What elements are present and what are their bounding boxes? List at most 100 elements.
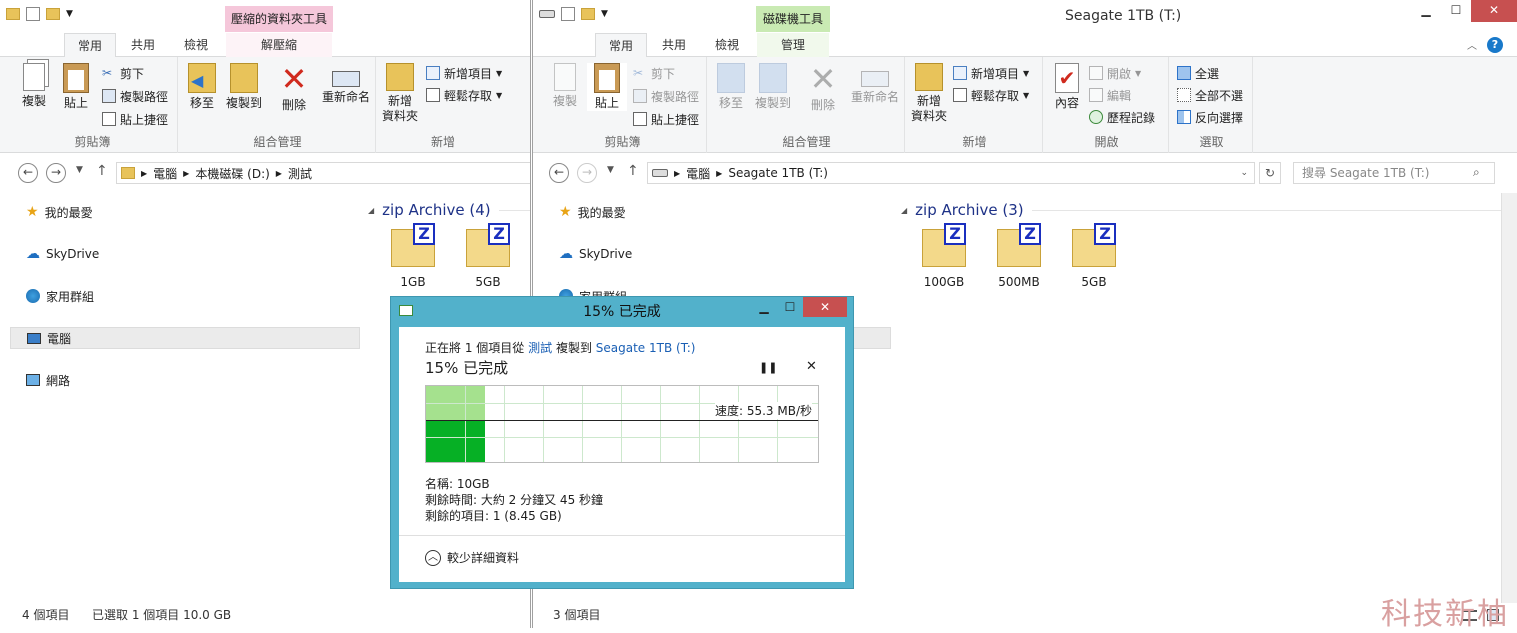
nav-item-skydrive[interactable]: ☁ SkyDrive <box>543 243 893 265</box>
vertical-scrollbar[interactable] <box>1501 193 1517 603</box>
close-button[interactable]: ✕ <box>803 297 847 317</box>
new-folder-icon[interactable] <box>46 8 60 20</box>
delete-button[interactable]: ✕ 刪除 <box>803 63 843 113</box>
status-item-count: 3 個項目 <box>553 608 601 622</box>
easy-access-button[interactable]: 輕鬆存取 ▼ <box>426 85 502 105</box>
easy-access-button[interactable]: 輕鬆存取 ▼ <box>953 85 1029 105</box>
source-link[interactable]: 測試 <box>528 341 552 355</box>
edit-button[interactable]: 編輯 <box>1089 85 1131 105</box>
file-item[interactable]: Z 100GB <box>909 223 979 289</box>
forward-button[interactable]: → <box>577 163 597 183</box>
refresh-icon[interactable]: ↻ <box>1259 162 1281 184</box>
paste-shortcut-button[interactable]: 貼上捷徑 <box>633 109 699 129</box>
tab-home[interactable]: 常用 <box>64 33 116 58</box>
copy-to-button[interactable]: 複製到 <box>224 63 264 111</box>
select-all-button[interactable]: 全選 <box>1177 63 1219 83</box>
new-item-button[interactable]: 新增項目 ▼ <box>953 63 1029 83</box>
tab-view[interactable]: 檢視 <box>701 33 753 57</box>
address-box[interactable]: ▶ 電腦 ▶ Seagate 1TB (T:) ⌄ <box>647 162 1255 184</box>
address-dropdown-chevron-icon[interactable]: ⌄ <box>1240 168 1248 178</box>
search-icon[interactable]: ⌕ <box>1473 165 1480 180</box>
group-header[interactable]: ◢ zip Archive (3) <box>901 201 1501 219</box>
tab-share[interactable]: 共用 <box>649 33 699 57</box>
rename-button[interactable]: 重新命名 <box>847 63 903 105</box>
address-box[interactable]: ▶ 電腦 ▶ 本機磁碟 (D:) ▶ 測試 <box>116 162 530 184</box>
clipboard-icon <box>63 63 89 93</box>
edit-label: 編輯 <box>1107 88 1132 103</box>
chevron-down-icon[interactable]: ▼ <box>601 9 608 19</box>
breadcrumb-computer[interactable]: 電腦 <box>153 165 177 182</box>
breadcrumb-drive[interactable]: Seagate 1TB (T:) <box>728 166 828 180</box>
paste-button[interactable]: 貼上 <box>587 63 627 111</box>
tab-extract[interactable]: 解壓縮 <box>226 33 332 57</box>
delete-button[interactable]: ✕ 刪除 <box>274 63 314 113</box>
nav-item-favorites[interactable]: ★ 我的最愛 <box>10 201 362 223</box>
properties-button[interactable]: ✔ 內容 <box>1047 63 1087 111</box>
new-folder-button[interactable]: 新增 資料夾 <box>909 63 949 124</box>
open-button[interactable]: 開啟 ▼ <box>1089 63 1141 83</box>
new-folder-button[interactable]: 新增 資料夾 <box>380 63 420 124</box>
move-to-button[interactable]: ◀ 移至 <box>182 63 222 111</box>
search-input[interactable]: 搜尋 Seagate 1TB (T:) <box>1293 162 1495 184</box>
copy-path-button[interactable]: 複製路徑 <box>102 86 168 106</box>
rename-button[interactable]: 重新命名 <box>318 63 374 105</box>
maximize-button[interactable]: ☐ <box>777 297 803 317</box>
collapse-ribbon-chevron-icon[interactable]: ︿ <box>1467 37 1477 52</box>
organize-group: 移至 複製到 ✕ 刪除 重新命名 組合管理 <box>709 57 905 153</box>
invert-selection-button[interactable]: 反向選擇 <box>1177 107 1243 127</box>
file-item[interactable]: Z 5GB <box>1059 223 1129 289</box>
group-header[interactable]: ◢ zip Archive (4) <box>368 201 530 219</box>
history-button[interactable]: 歷程記錄 <box>1089 107 1155 127</box>
properties-icon[interactable] <box>26 7 40 21</box>
nav-item-homegroup[interactable]: 家用群組 <box>10 285 362 307</box>
back-button[interactable]: ← <box>18 163 38 183</box>
forward-button[interactable]: → <box>46 163 66 183</box>
file-item[interactable]: Z 500MB <box>984 223 1054 289</box>
breadcrumb-folder[interactable]: 測試 <box>288 165 312 182</box>
time-remaining-info: 剩餘時間: 大約 2 分鐘又 45 秒鐘 <box>425 493 604 507</box>
cancel-x-icon[interactable]: ✕ <box>806 359 817 374</box>
nav-item-network[interactable]: 網路 <box>10 369 362 391</box>
up-arrow-icon[interactable]: ↑ <box>627 163 639 179</box>
tab-view[interactable]: 檢視 <box>170 33 222 57</box>
move-to-button[interactable]: 移至 <box>711 63 751 111</box>
pause-icon[interactable]: ❚❚ <box>759 361 777 374</box>
recent-locations-chevron-icon[interactable]: ▼ <box>76 165 83 175</box>
maximize-button[interactable]: ☐ <box>1441 0 1471 22</box>
tab-manage[interactable]: 管理 <box>757 33 829 57</box>
chevron-down-icon[interactable]: ▼ <box>66 9 73 19</box>
breadcrumb-computer[interactable]: 電腦 <box>686 165 710 182</box>
copy-button[interactable]: 複製 <box>545 63 585 109</box>
breadcrumb-drive[interactable]: 本機磁碟 (D:) <box>195 165 269 182</box>
file-item[interactable]: Z 1GB <box>378 223 448 289</box>
select-none-button[interactable]: 全部不選 <box>1177 85 1243 105</box>
minimize-button[interactable]: ▁ <box>751 297 777 317</box>
copy-path-button[interactable]: 複製路徑 <box>633 86 699 106</box>
close-button[interactable]: ✕ <box>1471 0 1517 22</box>
less-details-button[interactable]: ︿ 較少詳細資料 <box>425 549 519 566</box>
recent-locations-chevron-icon[interactable]: ▼ <box>607 165 614 175</box>
paste-shortcut-button[interactable]: 貼上捷徑 <box>102 109 168 129</box>
help-icon[interactable]: ? <box>1487 37 1503 53</box>
tab-home[interactable]: 常用 <box>595 33 647 58</box>
open-icon <box>1089 66 1103 80</box>
copy-to-button[interactable]: 複製到 <box>753 63 793 111</box>
new-folder-icon[interactable] <box>581 8 595 20</box>
copy-button[interactable]: 複製 <box>14 63 54 109</box>
paste-button[interactable]: 貼上 <box>56 63 96 111</box>
minimize-button[interactable]: ▁ <box>1411 0 1441 22</box>
nav-item-computer[interactable]: 電腦 <box>10 327 360 349</box>
tab-share[interactable]: 共用 <box>118 33 168 57</box>
file-item[interactable]: Z 5GB <box>453 223 523 289</box>
easy-access-icon <box>953 88 967 102</box>
back-button[interactable]: ← <box>549 163 569 183</box>
cut-button[interactable]: ✂ 剪下 <box>633 63 675 83</box>
destination-link[interactable]: Seagate 1TB (T:) <box>596 341 696 355</box>
copy-prefix-text: 正在將 1 個項目從 <box>425 341 525 355</box>
up-arrow-icon[interactable]: ↑ <box>96 163 108 179</box>
new-item-button[interactable]: 新增項目 ▼ <box>426 63 502 83</box>
properties-icon[interactable] <box>561 7 575 21</box>
cut-button[interactable]: ✂ 剪下 <box>102 63 144 83</box>
nav-item-skydrive[interactable]: ☁ SkyDrive <box>10 243 362 265</box>
nav-item-favorites[interactable]: ★ 我的最愛 <box>543 201 893 223</box>
